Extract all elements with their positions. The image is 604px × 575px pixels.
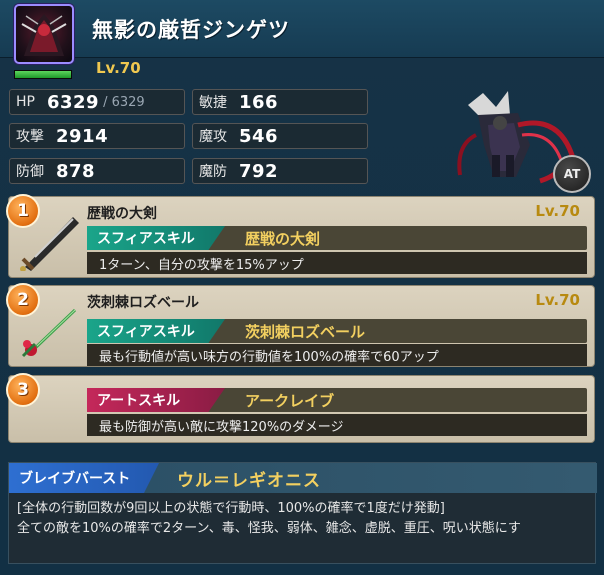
stat-defense: 防御 878	[9, 158, 185, 184]
skill-card-1[interactable]: 1 歴戦の大剣 Lv.70 スフィアスキル 歴戦の大剣 1ターン、自分の攻撃を1…	[6, 194, 595, 278]
brave-burst-panel[interactable]: ブレイブバースト ウル＝レギオニス [全体の行動回数が9回以上の状態で行動時、1…	[8, 462, 597, 564]
stat-magic-defense: 魔防 792	[192, 158, 368, 184]
unit-avatar[interactable]	[14, 4, 74, 64]
skill-name: 茨刺棘ロズベール	[87, 295, 199, 311]
unit-name: 無影の厳哲ジンゲツ	[92, 18, 290, 42]
rose-sword-icon	[15, 300, 85, 360]
brave-burst-line-1: [全体の行動回数が9回以上の状態で行動時、100%の確率で1度だけ発動]	[17, 501, 445, 516]
unit-hp-bar	[14, 70, 72, 79]
stat-hp-label: HP	[16, 94, 35, 110]
skill-card-3[interactable]: 3 アートスキル アークレイブ 最も防御が高い敵に攻撃120%のダメージ	[6, 373, 595, 443]
greatsword-icon	[15, 211, 85, 272]
stat-magic-attack-value: 546	[239, 125, 279, 147]
stat-hp: HP 6329 / 6329	[9, 89, 185, 115]
stat-hp-value: 6329	[46, 91, 100, 113]
dark-armored-knight-icon	[21, 14, 67, 56]
stat-defense-value: 878	[56, 160, 96, 182]
skill-type-bar: アートスキル アークレイブ	[87, 388, 587, 412]
skill-description: 最も防御が高い敵に攻撃120%のダメージ	[87, 414, 587, 436]
skill-number-badge: 3	[6, 373, 40, 407]
stat-attack-label: 攻撃	[16, 129, 44, 145]
stat-hp-max: / 6329	[103, 94, 145, 110]
sphere-skill-tag: スフィアスキル	[87, 226, 225, 250]
skill-level: Lv.70	[535, 291, 580, 309]
brave-burst-line-2: 全ての敵を10%の確率で2ターン、毒、怪我、弱体、雑念、虚脱、重圧、呪い状態にす	[17, 521, 521, 536]
skill-level: Lv.70	[535, 202, 580, 220]
stat-magic-attack: 魔攻 546	[192, 123, 368, 149]
stat-magic-attack-label: 魔攻	[199, 129, 227, 145]
unit-detail-panel: 無影の厳哲ジンゲツ Lv.70 HP 6329 / 6329 敏捷 166 攻撃…	[0, 0, 604, 575]
stat-magic-defense-label: 魔防	[199, 164, 227, 180]
stat-agility-value: 166	[239, 91, 279, 113]
skill-card-2[interactable]: 2 茨刺棘ロズベール Lv.70 スフィアスキル 茨刺棘ロズベール 最も行動値が…	[6, 283, 595, 367]
skill-type-name: 茨刺棘ロズベール	[245, 322, 366, 341]
skill-type-name: アークレイブ	[245, 391, 335, 410]
stat-agility-label: 敏捷	[199, 95, 227, 111]
stat-magic-defense-value: 792	[239, 160, 279, 182]
sphere-skill-tag: スフィアスキル	[87, 319, 225, 343]
art-skill-tag: アートスキル	[87, 388, 225, 412]
skill-name: 歴戦の大剣	[87, 206, 157, 222]
skill-description: 1ターン、自分の攻撃を15%アップ	[87, 252, 587, 274]
brave-burst-tag: ブレイブバースト	[9, 463, 159, 493]
stat-attack-value: 2914	[56, 125, 109, 147]
unit-header	[0, 0, 604, 58]
stat-defense-label: 防御	[16, 164, 44, 180]
skill-description: 最も行動値が高い味方の行動値を100%の確率で60アップ	[87, 344, 587, 366]
skill-type-name: 歴戦の大剣	[245, 229, 321, 248]
brave-burst-header: ブレイブバースト ウル＝レギオニス	[9, 463, 597, 493]
unit-level: Lv.70	[96, 59, 141, 77]
skill-type-bar: スフィアスキル 茨刺棘ロズベール	[87, 319, 587, 343]
stat-attack: 攻撃 2914	[9, 123, 185, 149]
attack-type-badge[interactable]: AT	[553, 155, 591, 193]
brave-burst-description: [全体の行動回数が9回以上の状態で行動時、100%の確率で1度だけ発動] 全ての…	[17, 499, 595, 539]
skill-type-bar: スフィアスキル 歴戦の大剣	[87, 226, 587, 250]
brave-burst-name: ウル＝レギオニス	[177, 470, 321, 491]
unit-hp-bar-fill	[15, 71, 71, 78]
stat-agility: 敏捷 166	[192, 89, 368, 115]
